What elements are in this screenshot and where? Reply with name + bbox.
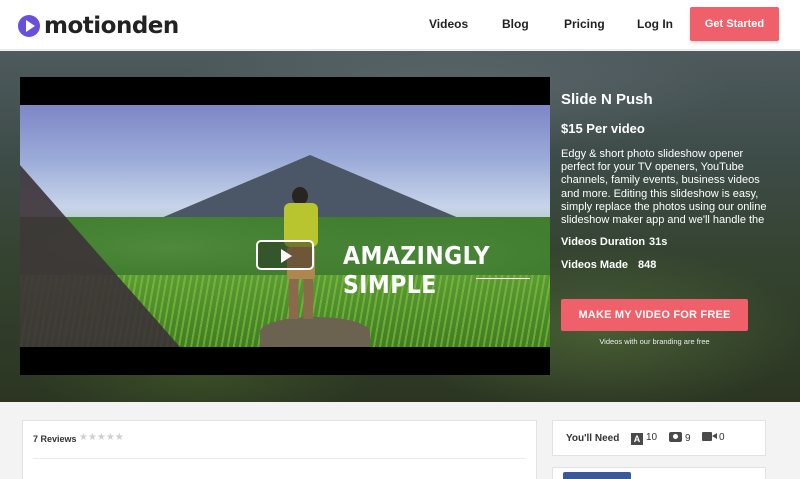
product-price: $15 Per video xyxy=(561,121,645,136)
requirements-label: You'll Need xyxy=(566,433,620,444)
camera-icon xyxy=(669,432,682,442)
logo-play-icon xyxy=(18,15,40,37)
duration-value: 31s xyxy=(649,236,668,248)
video-player[interactable]: AMAZINGLY SIMPLE xyxy=(20,77,550,375)
overlay-underline xyxy=(476,278,530,279)
nav-videos[interactable]: Videos xyxy=(429,0,468,50)
rating-stars-icon: ★★★★★ xyxy=(79,432,124,443)
text-icon: A xyxy=(631,433,643,445)
logo-text: motionden xyxy=(44,13,179,39)
site-header: motionden Videos Blog Pricing Log In Get… xyxy=(0,0,800,50)
nav-pricing[interactable]: Pricing xyxy=(564,0,605,50)
slide-wedge-overlay xyxy=(20,165,180,347)
video-camera-icon xyxy=(702,432,717,441)
make-my-video-button[interactable]: MAKE MY VIDEO FOR FREE xyxy=(561,299,748,331)
reviews-count: 7 Reviews xyxy=(33,434,77,444)
requirements-panel: You'll Need A 10 9 0 xyxy=(552,420,766,456)
nav-blog[interactable]: Blog xyxy=(502,0,529,50)
product-title: Slide N Push xyxy=(561,91,653,108)
divider xyxy=(33,458,526,459)
logo[interactable]: motionden xyxy=(18,13,179,39)
text-count-value: 10 xyxy=(646,432,658,443)
video-preview-frame: AMAZINGLY SIMPLE xyxy=(20,105,550,347)
reviews-panel: 7 Reviews ★★★★★ xyxy=(22,420,537,479)
get-started-button[interactable]: Get Started xyxy=(690,7,779,41)
video-count: 0 xyxy=(702,432,725,443)
branding-note: Videos with our branding are free xyxy=(599,337,710,346)
text-count: A 10 xyxy=(631,432,657,445)
facebook-share-button[interactable] xyxy=(563,472,631,479)
duration-label: Videos Duration xyxy=(561,236,646,248)
hero-section: AMAZINGLY SIMPLE Slide N Push $15 Per vi… xyxy=(0,51,800,402)
videos-made-label: Videos Made xyxy=(561,259,629,271)
video-count-value: 0 xyxy=(719,432,725,443)
photo-count-value: 9 xyxy=(685,433,691,444)
videos-made-stat: Videos Made 848 xyxy=(561,259,656,271)
play-icon[interactable] xyxy=(256,240,314,270)
photo-count: 9 xyxy=(669,432,691,444)
video-overlay-text: AMAZINGLY SIMPLE xyxy=(343,241,491,299)
nav-login[interactable]: Log In xyxy=(637,0,673,50)
product-description: Edgy & short photo slideshow opener perf… xyxy=(561,148,767,226)
videos-made-value: 848 xyxy=(638,259,657,271)
share-panel xyxy=(552,467,766,479)
duration-stat: Videos Duration 31s xyxy=(561,236,667,248)
